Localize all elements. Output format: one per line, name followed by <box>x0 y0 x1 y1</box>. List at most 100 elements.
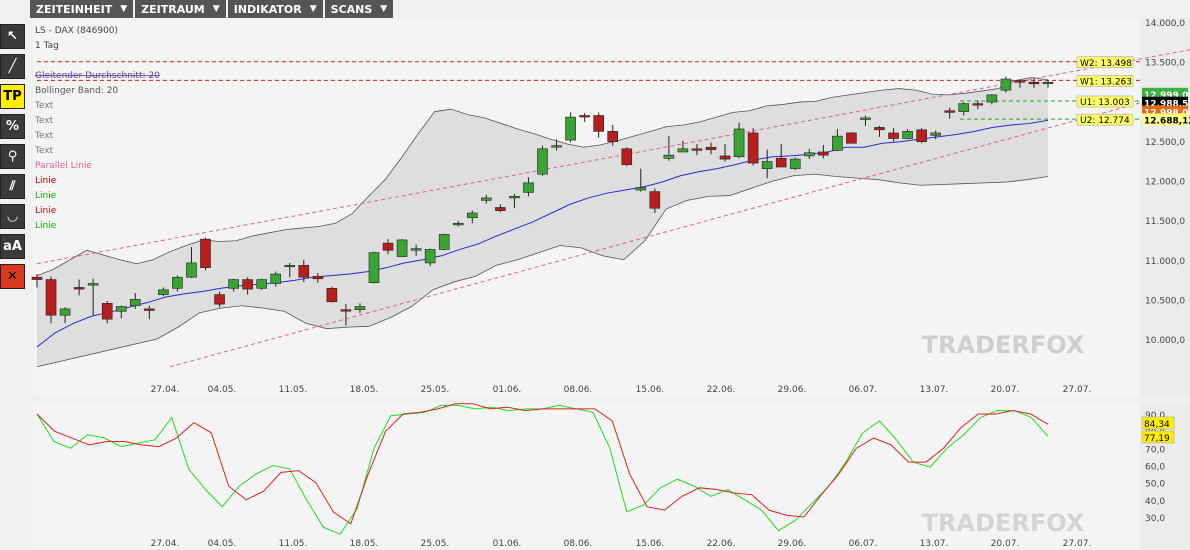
candle-down[interactable] <box>298 264 310 278</box>
candle-up[interactable] <box>284 264 296 268</box>
oscillator-x-tick: 22.06. <box>707 539 736 549</box>
candle-up[interactable] <box>452 222 464 226</box>
candle-up[interactable] <box>354 306 366 310</box>
candle-down[interactable] <box>101 303 113 320</box>
candle-up[interactable] <box>860 117 871 120</box>
candle-down[interactable] <box>649 191 661 209</box>
candle-down[interactable] <box>916 129 927 142</box>
candle-down[interactable] <box>326 287 338 303</box>
candle-down[interactable] <box>31 276 43 280</box>
candle-down[interactable] <box>382 242 394 251</box>
candle-up[interactable] <box>523 182 534 193</box>
level-label: U2: 12.774 <box>1080 116 1130 126</box>
candle-down[interactable] <box>495 207 506 211</box>
candle-down[interactable] <box>340 309 352 312</box>
candle-down[interactable] <box>45 279 57 316</box>
candle-down[interactable] <box>944 110 956 113</box>
candle-down[interactable] <box>705 146 717 150</box>
candle-up[interactable] <box>396 239 408 257</box>
price-axis-tick: 11.000,0 <box>1145 257 1185 267</box>
candle-down[interactable] <box>719 155 731 160</box>
x-axis-tick: 25.05. <box>421 385 450 395</box>
candle-up[interactable] <box>902 131 913 139</box>
x-axis-tick: 01.06. <box>493 385 522 395</box>
legend-item[interactable]: Linie <box>35 191 57 201</box>
legend-item[interactable]: Text <box>34 146 54 156</box>
candle-down[interactable] <box>607 131 619 142</box>
legend-item[interactable]: Gleitender Durchschnitt: 20 <box>35 71 160 81</box>
candle-up[interactable] <box>1000 78 1012 91</box>
candle-down[interactable] <box>874 127 885 131</box>
candle-down[interactable] <box>593 115 604 132</box>
candle-down[interactable] <box>1014 80 1026 83</box>
candle-up[interactable] <box>129 299 141 307</box>
oscillator-tag: 84,34 <box>1144 420 1170 430</box>
oscillator-tag: 77,19 <box>1144 434 1170 444</box>
candle-up[interactable] <box>551 145 562 148</box>
legend-item[interactable]: Parallel Linie <box>35 161 92 171</box>
candle-up[interactable] <box>87 283 99 286</box>
candle-down[interactable] <box>818 151 829 156</box>
level-label: W1: 13.263 <box>1080 77 1132 87</box>
candle-up[interactable] <box>537 148 548 175</box>
candle-up[interactable] <box>256 279 267 289</box>
oscillator-x-tick: 01.06. <box>493 539 522 549</box>
legend-item[interactable]: 1 Tag <box>35 41 59 51</box>
chart-canvas[interactable]: W2: 13.498 W1: 13.263 U1: 13.003 U2: 12.774… <box>0 0 1190 550</box>
candle-up[interactable] <box>677 148 689 153</box>
candle-down[interactable] <box>775 158 787 168</box>
candle-up[interactable] <box>832 135 843 151</box>
candle-up[interactable] <box>761 161 773 169</box>
candle-down[interactable] <box>144 308 155 311</box>
candle-down[interactable] <box>846 132 857 144</box>
candle-up[interactable] <box>466 212 478 219</box>
candle-up[interactable] <box>663 154 675 159</box>
legend-item[interactable]: Text <box>34 116 54 126</box>
candle-down[interactable] <box>579 115 590 118</box>
candle-up[interactable] <box>986 94 998 103</box>
candle-up[interactable] <box>438 234 450 250</box>
legend-item[interactable]: Text <box>34 101 54 111</box>
candle-up[interactable] <box>59 308 71 316</box>
legend-item[interactable]: Text <box>34 131 54 141</box>
candle-up[interactable] <box>368 252 380 284</box>
oscillator-x-tick: 08.06. <box>564 539 593 549</box>
candle-up[interactable] <box>424 249 436 264</box>
candle-up[interactable] <box>481 197 492 201</box>
candle-up[interactable] <box>789 158 801 169</box>
candle-down[interactable] <box>242 279 253 290</box>
candle-up[interactable] <box>565 116 576 141</box>
candle-down[interactable] <box>972 103 984 106</box>
candle-down[interactable] <box>888 132 899 139</box>
candle-up[interactable] <box>930 132 941 136</box>
candle-down[interactable] <box>747 132 759 164</box>
oscillator-x-tick: 25.05. <box>421 539 450 549</box>
legend-item[interactable]: Linie <box>35 206 57 216</box>
candle-up[interactable] <box>1042 81 1054 85</box>
candle-up[interactable] <box>803 152 815 157</box>
candle-up[interactable] <box>410 248 422 251</box>
candle-up[interactable] <box>958 103 970 112</box>
legend-item[interactable]: Linie <box>35 221 57 231</box>
x-axis-tick: 22.06. <box>707 385 736 395</box>
candle-down[interactable] <box>312 276 324 280</box>
legend-item[interactable]: Linie <box>35 176 57 186</box>
candle-up[interactable] <box>509 196 520 199</box>
candle-down[interactable] <box>1028 81 1040 85</box>
candle-up[interactable] <box>172 276 183 289</box>
candle-down[interactable] <box>73 287 85 290</box>
candle-up[interactable] <box>270 273 282 284</box>
candle-up[interactable] <box>115 306 127 312</box>
candle-up[interactable] <box>635 187 647 191</box>
legend-item[interactable]: Bollinger Band: 20 <box>35 86 118 96</box>
candle-up[interactable] <box>228 279 239 289</box>
candle-up[interactable] <box>186 262 197 278</box>
candle-down[interactable] <box>214 294 225 305</box>
oscillator-axis-tick: 50,0 <box>1145 480 1165 490</box>
candle-up[interactable] <box>733 128 745 158</box>
legend-item[interactable]: LS - DAX (846900) <box>35 26 118 36</box>
candle-down[interactable] <box>691 148 703 151</box>
candle-up[interactable] <box>158 289 169 295</box>
candle-down[interactable] <box>621 148 633 165</box>
candle-down[interactable] <box>200 238 211 268</box>
